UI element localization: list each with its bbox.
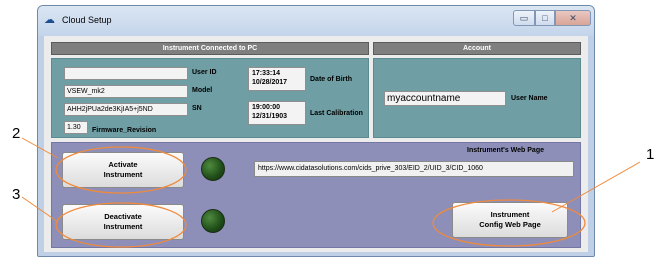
callout-number-3: 3 [12,186,21,203]
activate-highlight-ellipse [55,146,187,194]
callout-number-1: 1 [646,146,655,163]
annotation-overlay [21,137,641,248]
callout-line-1 [551,161,641,213]
callout-number-2: 2 [12,125,21,142]
deactivate-highlight-ellipse [55,202,187,248]
config-highlight-ellipse [432,199,586,247]
callout-line-2 [21,137,59,159]
callout-line-3 [21,196,59,223]
